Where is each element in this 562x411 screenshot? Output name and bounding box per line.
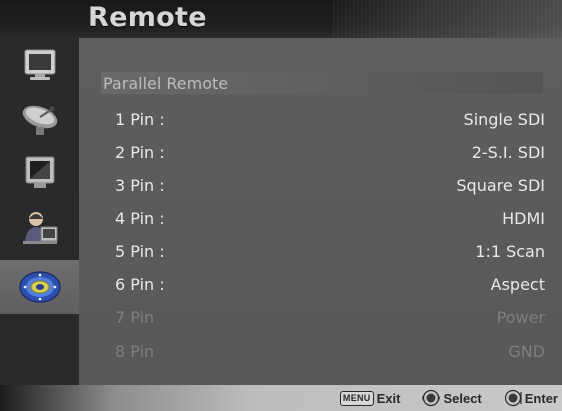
- pin-label: 1 Pin :: [115, 110, 165, 129]
- page-title: Remote: [88, 2, 207, 33]
- footer-bar: MENU Exit Select Enter: [0, 385, 562, 411]
- header-bar: Remote: [0, 0, 562, 38]
- pin-row-1[interactable]: 1 Pin : Single SDI: [79, 110, 562, 138]
- sidebar: [0, 38, 79, 385]
- sidebar-item-picture[interactable]: [0, 146, 79, 200]
- monitor-icon: [24, 49, 55, 80]
- remote-disc-icon: [18, 271, 61, 303]
- footer-hints: MENU Exit Select Enter: [339, 388, 558, 408]
- pin-label: 2 Pin :: [115, 143, 165, 162]
- pin-value: Power: [496, 308, 545, 327]
- sidebar-item-user[interactable]: [0, 200, 79, 254]
- pin-row-5[interactable]: 5 Pin : 1:1 Scan: [79, 242, 562, 270]
- select-hint[interactable]: Select: [422, 389, 482, 407]
- pin-row-3[interactable]: 3 Pin : Square SDI: [79, 176, 562, 204]
- sidebar-item-monitor[interactable]: [0, 38, 79, 92]
- menu-key-icon: MENU: [339, 390, 374, 406]
- pin-row-4[interactable]: 4 Pin : HDMI: [79, 209, 562, 237]
- pin-label: 7 Pin: [115, 308, 155, 327]
- pin-row-7: 7 Pin Power: [79, 308, 562, 336]
- exit-hint[interactable]: MENU Exit: [339, 390, 401, 406]
- exit-label: Exit: [376, 390, 401, 406]
- enter-label: Enter: [524, 390, 558, 406]
- osd-frame: Remote Parallel Remote 1 Pin: Single SD…: [0, 0, 562, 411]
- person-at-desk-icon: [22, 212, 57, 244]
- sidebar-item-dish[interactable]: [0, 92, 79, 146]
- pin-value: GND: [508, 342, 545, 361]
- pin-value: Single SDI: [463, 110, 545, 129]
- pin-value: 1:1 Scan: [475, 242, 545, 261]
- main-panel: Parallel Remote 1 Pin : Single SDI 2 Pin…: [79, 38, 562, 385]
- enter-hint[interactable]: Enter: [504, 389, 558, 407]
- pin-row-8: 8 Pin GND: [79, 342, 562, 370]
- pin-row-6[interactable]: 6 Pin : Aspect: [79, 275, 562, 303]
- pin-value: Square SDI: [456, 176, 545, 195]
- pin-value: HDMI: [502, 209, 545, 228]
- pin-label: 4 Pin :: [115, 209, 165, 228]
- display-picture-icon: [25, 156, 54, 188]
- pin-value: 2-S.I. SDI: [471, 143, 545, 162]
- pin-row-2[interactable]: 2 Pin : 2-S.I. SDI: [79, 143, 562, 171]
- select-label: Select: [443, 390, 482, 406]
- header-decoration: [332, 0, 562, 38]
- pin-value: Aspect: [490, 275, 545, 294]
- pin-label: 3 Pin :: [115, 176, 165, 195]
- sidebar-item-remote[interactable]: [0, 260, 79, 314]
- pin-label: 8 Pin: [115, 342, 155, 361]
- dial-press-icon: [504, 389, 522, 407]
- pin-label: 6 Pin :: [115, 275, 165, 294]
- pin-label: 5 Pin :: [115, 242, 165, 261]
- section-title: Parallel Remote: [103, 74, 229, 93]
- satellite-dish-icon: [22, 105, 57, 135]
- dial-rotate-icon: [422, 389, 441, 407]
